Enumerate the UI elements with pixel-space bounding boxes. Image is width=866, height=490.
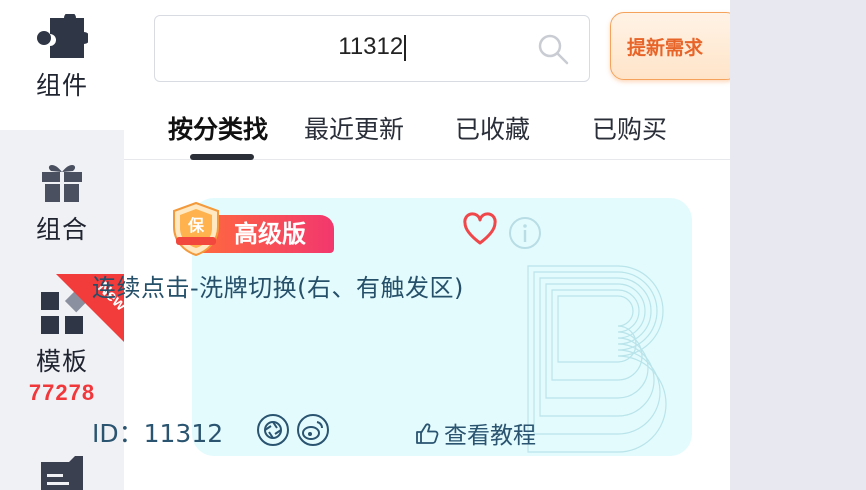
sidebar-item-combos[interactable]: 组合 (0, 158, 124, 258)
wechat-moments-icon[interactable] (256, 413, 290, 447)
category-tabs: 按分类找 最近更新 已收藏 已购买 (124, 100, 730, 160)
sidebar-item-label: 组件 (35, 71, 88, 100)
weibo-icon[interactable] (296, 413, 330, 447)
right-edge-panel (730, 0, 866, 490)
puzzle-icon (37, 14, 88, 58)
sidebar-item-documents[interactable] (0, 456, 124, 490)
tab-favorites[interactable]: 已收藏 (455, 110, 530, 146)
guarantee-shield-icon: 保 (173, 201, 219, 257)
gift-icon (42, 164, 82, 202)
card-title: 连续点击-洗牌切换(右、有触发区) (92, 274, 464, 302)
tab-by-category[interactable]: 按分类找 (168, 110, 268, 146)
document-icon (41, 456, 83, 490)
tab-recent-updates[interactable]: 最近更新 (304, 110, 404, 146)
view-tutorial-link[interactable]: 查看教程 (414, 416, 536, 450)
card-id: ID：11312 (92, 419, 224, 448)
search-icon[interactable] (537, 33, 569, 65)
search-value: 11312 (155, 33, 589, 61)
active-tab-indicator (190, 154, 254, 160)
template-count: 77278 (28, 380, 96, 405)
heart-icon[interactable] (462, 212, 498, 248)
sidebar-item-components[interactable]: 组件 (0, 0, 124, 130)
sidebar-item-label: 组合 (35, 215, 88, 244)
hand-pointer-icon (416, 423, 439, 444)
new-request-button[interactable]: 提新需求 (610, 12, 740, 80)
svg-text:保: 保 (187, 216, 205, 235)
tab-purchased[interactable]: 已购买 (592, 110, 667, 146)
view-tutorial-label: 查看教程 (444, 423, 536, 449)
sidebar-item-label: 模板 (35, 347, 88, 376)
search-input[interactable]: 11312 (154, 15, 590, 82)
info-icon[interactable] (508, 216, 542, 250)
tier-letter-watermark (527, 265, 667, 453)
